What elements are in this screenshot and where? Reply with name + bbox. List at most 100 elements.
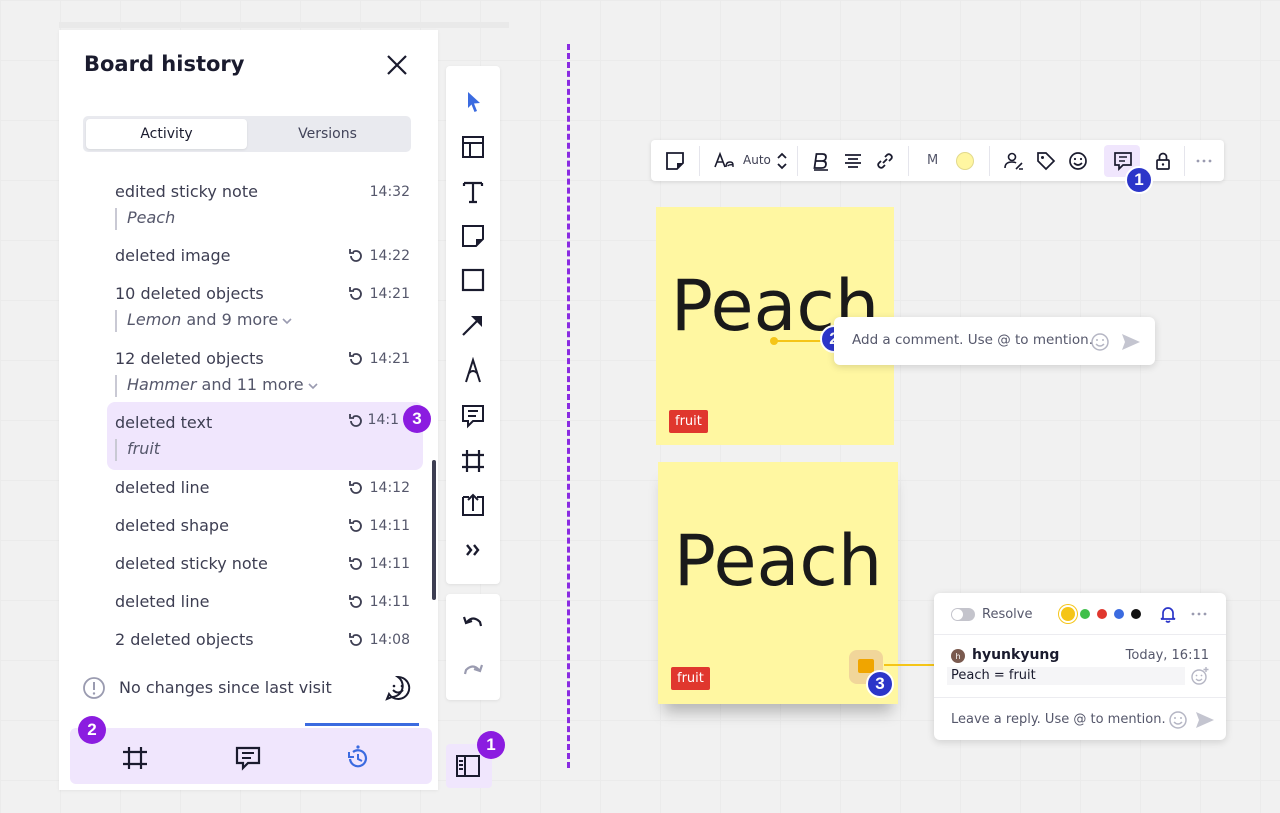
activity-time: 14:21 [369, 351, 410, 367]
activity-detail[interactable]: Lemon and 9 more [115, 310, 292, 332]
emoji-reaction-icon[interactable] [1067, 150, 1089, 172]
more-options-icon[interactable] [1193, 150, 1215, 172]
activity-row[interactable]: deleted line 14:12 [107, 478, 423, 504]
sidebar-panel-icon [456, 755, 480, 777]
thread-divider [934, 697, 1226, 698]
pen-icon[interactable] [459, 357, 487, 385]
history-icon[interactable] [344, 745, 372, 771]
avatar: h [951, 649, 965, 663]
restore-icon[interactable] [347, 479, 365, 497]
font-size-value[interactable]: Auto [743, 153, 771, 167]
activity-row[interactable]: deleted line 14:11 [107, 592, 423, 618]
tag-icon[interactable] [1035, 150, 1057, 172]
thread-more-icon[interactable] [1188, 604, 1210, 624]
tab-activity[interactable]: Activity [86, 119, 247, 149]
shape-icon[interactable] [459, 266, 487, 294]
comment-color-green[interactable] [1080, 609, 1090, 619]
chevron-down-icon[interactable] [308, 381, 318, 391]
activity-row[interactable]: 2 deleted objects 14:08 [107, 630, 423, 656]
restore-icon[interactable] [347, 247, 365, 265]
add-reaction-icon[interactable] [1190, 666, 1210, 686]
comment-color-red[interactable] [1097, 609, 1107, 619]
restore-icon[interactable] [347, 412, 365, 430]
frames-icon[interactable] [121, 745, 149, 771]
comment-color-yellow[interactable] [1061, 607, 1075, 621]
send-icon[interactable] [1120, 331, 1142, 353]
sticky-size-label[interactable]: M [927, 153, 938, 168]
activity-detail-name: Peach [127, 208, 176, 227]
restore-icon[interactable] [347, 350, 365, 368]
activity-time: 14:32 [369, 184, 410, 200]
bold-icon[interactable] [810, 150, 832, 172]
sticky-tag[interactable]: fruit [669, 410, 708, 433]
panel-title: Board history [84, 52, 245, 76]
font-size-icon[interactable] [713, 150, 735, 172]
activity-action: deleted sticky note [115, 554, 268, 573]
comment-connector [884, 664, 934, 666]
comment-thread: Resolve h hyunkyung Today, 16:11 Peach =… [934, 593, 1226, 740]
send-icon[interactable] [1194, 709, 1216, 731]
activity-detail-name: fruit [127, 439, 161, 458]
activity-row[interactable]: deleted shape 14:11 [107, 516, 423, 542]
feedback-icon[interactable] [384, 674, 412, 702]
step-badge-1: 1 [477, 731, 505, 759]
resolve-toggle[interactable] [951, 608, 975, 621]
sticky-note-icon[interactable] [459, 222, 487, 250]
comment-color-black[interactable] [1131, 609, 1141, 619]
templates-icon[interactable] [459, 133, 487, 161]
activity-row[interactable]: edited sticky note 14:32 Peach [107, 182, 423, 232]
frame-icon[interactable] [459, 447, 487, 475]
activity-row[interactable]: 10 deleted objects 14:21 Lemon and 9 mor… [107, 284, 423, 334]
sticky-color-swatch[interactable] [956, 152, 974, 170]
undo-icon[interactable] [459, 610, 487, 638]
link-icon[interactable] [874, 150, 896, 172]
restore-icon[interactable] [347, 555, 365, 573]
restore-icon[interactable] [347, 631, 365, 649]
activity-row[interactable]: 12 deleted objects 14:21 Hammer and 11 m… [107, 349, 423, 399]
comment-input-placeholder: Add a comment. Use @ to mention. [852, 332, 1094, 348]
activity-scrollbar[interactable] [432, 460, 436, 600]
emoji-icon[interactable] [1168, 710, 1188, 730]
activity-detail[interactable]: Hammer and 11 more [115, 375, 318, 397]
comment-color-blue[interactable] [1114, 609, 1124, 619]
select-icon[interactable] [459, 88, 487, 116]
emoji-icon[interactable] [1090, 332, 1110, 352]
activity-row-selected[interactable]: deleted text 14:1 fruit [107, 402, 423, 470]
sticky-tag[interactable]: fruit [671, 667, 710, 690]
activity-action: edited sticky note [115, 182, 258, 201]
connection-line-icon[interactable] [459, 311, 487, 339]
step-badge-2: 2 [78, 716, 106, 744]
separator [908, 146, 909, 176]
activity-row[interactable]: deleted image 14:22 [107, 246, 423, 272]
activity-time: 14:11 [369, 518, 410, 534]
restore-icon[interactable] [347, 285, 365, 303]
comment-icon[interactable] [459, 402, 487, 430]
sticky-type-icon[interactable] [664, 150, 686, 172]
text-icon[interactable] [459, 178, 487, 206]
restore-icon[interactable] [347, 593, 365, 611]
assign-owner-icon[interactable] [1003, 150, 1025, 172]
font-size-stepper-icon[interactable] [774, 150, 790, 172]
comment-connector [776, 340, 826, 342]
section-divider [567, 44, 570, 768]
activity-time: 14:21 [369, 286, 410, 302]
separator [797, 146, 798, 176]
restore-icon[interactable] [347, 517, 365, 535]
chevron-down-icon[interactable] [282, 316, 292, 326]
activity-detail: fruit [115, 439, 160, 461]
upload-icon[interactable] [459, 491, 487, 519]
comment-input-popup[interactable]: Add a comment. Use @ to mention. [834, 317, 1155, 365]
text-align-icon[interactable] [842, 150, 864, 172]
activity-action: deleted shape [115, 516, 229, 535]
activity-time: 14:08 [369, 632, 410, 648]
tab-versions[interactable]: Versions [247, 119, 408, 149]
close-icon[interactable] [384, 52, 410, 78]
notification-bell-icon[interactable] [1158, 604, 1178, 624]
activity-row[interactable]: deleted sticky note 14:11 [107, 554, 423, 580]
redo-icon[interactable] [459, 658, 487, 686]
lock-icon[interactable] [1152, 150, 1174, 172]
more-tools-icon[interactable] [459, 536, 487, 564]
comments-icon[interactable] [234, 745, 262, 771]
reply-input[interactable]: Leave a reply. Use @ to mention. [951, 712, 1166, 727]
activity-time: 14:1 [367, 412, 399, 428]
